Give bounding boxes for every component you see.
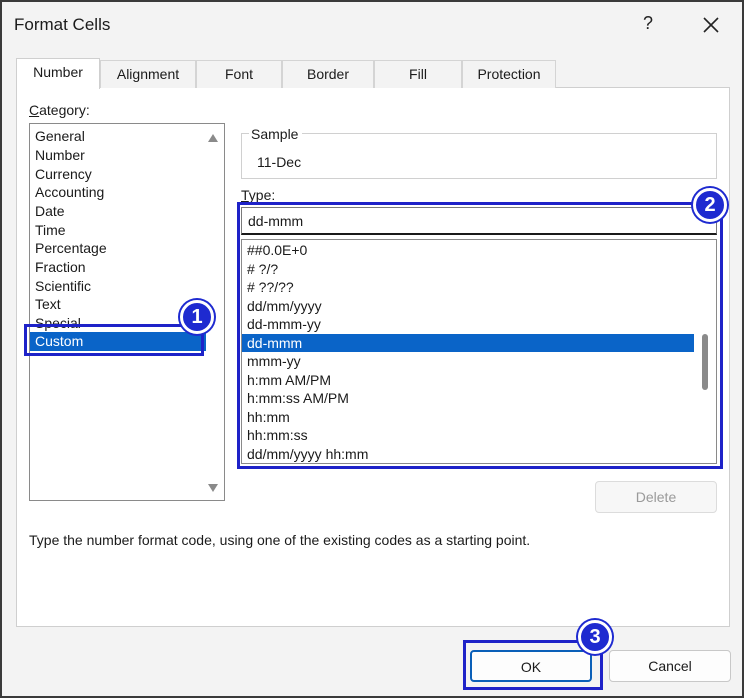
hint-text: Type the number format code, using one o… [29,532,531,548]
type-item[interactable]: ##0.0E+0 [242,241,694,260]
format-cells-dialog: Format Cells ? Number Alignment Font Bor… [0,0,744,698]
sample-frame [241,133,717,179]
type-item[interactable]: dd/mm/yyyy [242,297,694,316]
type-list-scroll-thumb[interactable] [702,334,708,390]
category-item-fraction[interactable]: Fraction [30,258,206,277]
step-badge-1: 1 [180,300,214,334]
type-item[interactable]: h:mm:ss AM/PM [242,389,694,408]
type-item[interactable]: hh:mm [242,408,694,427]
type-item[interactable]: # ?/? [242,260,694,279]
type-item-selected[interactable]: dd-mmm [242,333,694,352]
category-item-scientific[interactable]: Scientific [30,277,206,296]
category-item-text[interactable]: Text [30,295,206,314]
tab-font[interactable]: Font [196,60,282,88]
category-item-general[interactable]: General [30,127,206,146]
cancel-button[interactable]: Cancel [609,650,731,682]
tab-protection[interactable]: Protection [462,60,556,88]
category-label: Category: [29,102,90,118]
tab-strip: Number Alignment Font Border Fill Protec… [16,58,556,89]
delete-button[interactable]: Delete [595,481,717,513]
title-bar: Format Cells ? [2,2,742,48]
sample-value: 11-Dec [257,154,302,170]
tab-fill[interactable]: Fill [374,60,462,88]
category-item-percentage[interactable]: Percentage [30,239,206,258]
type-item[interactable]: dd/mm/yyyy hh:mm [242,445,694,464]
type-item[interactable]: hh:mm:ss [242,426,694,445]
type-label: Type: [241,187,276,203]
category-item-number[interactable]: Number [30,146,206,165]
type-item[interactable]: # ??/?? [242,278,694,297]
type-item[interactable]: dd-mmm-yy [242,315,694,334]
type-input[interactable]: dd-mmm [241,207,717,235]
tab-border[interactable]: Border [282,60,374,88]
category-item-time[interactable]: Time [30,221,206,240]
scroll-down-icon[interactable] [208,484,218,492]
sample-label: Sample [251,126,299,142]
category-item-currency[interactable]: Currency [30,165,206,184]
tab-alignment[interactable]: Alignment [100,60,196,88]
category-item-accounting[interactable]: Accounting [30,183,206,202]
help-icon[interactable]: ? [637,13,659,37]
close-icon[interactable] [698,12,724,38]
type-item[interactable]: mmm-yy [242,352,694,371]
type-format-list[interactable]: ##0.0E+0 # ?/? # ??/?? dd/mm/yyyy dd-mmm… [241,239,717,464]
dialog-title: Format Cells [14,15,111,34]
step-badge-2: 2 [693,188,727,222]
ok-button[interactable]: OK [470,650,592,682]
category-item-date[interactable]: Date [30,202,206,221]
step-badge-3: 3 [578,620,612,654]
scroll-up-icon[interactable] [208,134,218,142]
type-item[interactable]: h:mm AM/PM [242,371,694,390]
tab-number[interactable]: Number [16,58,100,89]
category-item-custom[interactable]: Custom [30,332,206,351]
